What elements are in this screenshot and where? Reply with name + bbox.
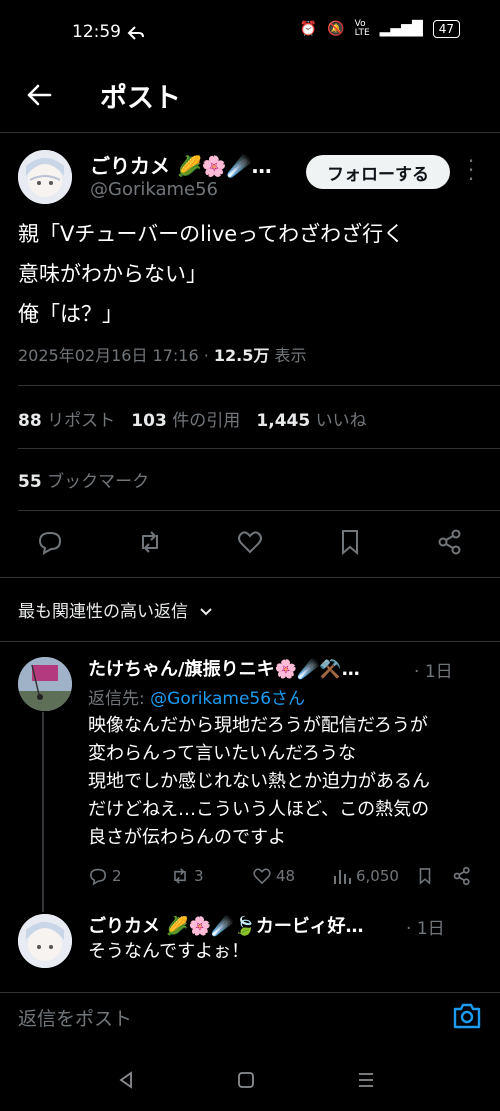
repost-icon[interactable] [136, 528, 164, 556]
reply-to-line: 返信先: @Gorikame56さん [88, 689, 306, 709]
avatar-image [18, 150, 72, 204]
divider [0, 641, 500, 642]
analytics-icon [334, 870, 351, 884]
follow-button[interactable]: フォローする [306, 155, 450, 189]
author-name[interactable]: ごりカメ 🌽🌸☄️… [90, 150, 272, 179]
likes-stat[interactable]: 1,445 いいね [256, 411, 366, 431]
reply-count: 2 [112, 867, 122, 885]
nav-back-icon[interactable] [117, 1071, 135, 1089]
views-label: 表示 [269, 346, 307, 365]
post-text: 親「Vチューバーのliveってわざわざ行く 意味がわからない」 俺「は？」 [18, 214, 488, 334]
reply-text-line: 変わらんって言いたいんだろうな [88, 743, 357, 764]
post-text-line: 親「Vチューバーのliveってわざわざ行く [18, 222, 405, 246]
bookmark-icon[interactable] [336, 528, 364, 556]
reply-like-button[interactable]: 48 [252, 866, 295, 886]
avatar-image [18, 914, 72, 968]
mention-link[interactable]: @Gorikame56さん [150, 689, 305, 709]
views-count: 12.5万 [213, 346, 270, 365]
reply-views-button[interactable]: 6,050 [332, 866, 399, 886]
thread-line [42, 712, 44, 912]
reply-text-line: 良さが伝わらんのですよ [88, 827, 286, 848]
reply-author-name[interactable]: たけちゃん/旗振りニキ🌸☄️⚒️… [88, 655, 406, 681]
signal-icon: ▂▄▆█ [379, 21, 423, 37]
chevron-down-icon [200, 608, 213, 616]
reply-time: · 1日 [406, 919, 445, 939]
reply-text: 映像なんだから現地だろうが配信だろうが 変わらんって言いたいんだろうな 現地でし… [88, 712, 493, 852]
share-icon[interactable] [436, 528, 464, 556]
reply-author-avatar[interactable] [18, 914, 72, 968]
status-time: 12:59 [72, 22, 121, 42]
divider [0, 577, 500, 578]
divider [18, 448, 500, 449]
reply-author-avatar[interactable] [18, 657, 72, 711]
post-text-line: 意味がわからない」 [18, 262, 207, 286]
more-options-icon[interactable]: · · · [466, 151, 476, 189]
like-count: 48 [276, 867, 296, 885]
volte-icon: Vo LTE [354, 19, 370, 38]
back-arrow-icon[interactable] [24, 80, 54, 110]
page-title: ポスト [100, 83, 181, 114]
reply-text-line: 現地でしか感じれない熱とか迫力があるん [88, 771, 430, 792]
author-avatar[interactable] [18, 150, 72, 204]
repost-icon [174, 868, 186, 884]
reply-input-placeholder[interactable]: 返信をポスト [18, 1004, 132, 1031]
divider [18, 510, 500, 511]
reply-icon [90, 868, 106, 886]
reply-repost-button[interactable]: 3 [170, 866, 204, 886]
like-heart-icon [253, 868, 271, 885]
reply-sort-label: 最も関連性の高い返信 [18, 602, 188, 622]
share-icon[interactable] [452, 866, 472, 886]
divider [18, 385, 500, 386]
reply-author-name[interactable]: ごりカメ 🌽🌸☄️🍃カービィ好… [88, 912, 406, 938]
post-timestamp: 2025年02月16日 17:16 · [18, 346, 214, 365]
reply-text-line: 映像なんだから現地だろうが配信だろうが [88, 715, 428, 736]
author-handle[interactable]: @Gorikame56 [90, 179, 218, 200]
post-text-line: 俺「は？」 [18, 302, 123, 326]
camera-icon[interactable] [452, 1002, 482, 1030]
nav-home-icon[interactable] [237, 1071, 255, 1089]
engagement-stats: 88 リポスト 103 件の引用 1,445 いいね [18, 406, 367, 431]
reply-time: · 1日 [414, 662, 453, 682]
nav-recents-icon[interactable] [357, 1071, 375, 1089]
reply-icon[interactable] [36, 528, 64, 556]
bookmarks-stat[interactable]: 55 ブックマーク [18, 467, 149, 492]
reply-reply-button[interactable]: 2 [88, 866, 122, 886]
avatar-image [18, 657, 72, 711]
battery-icon: 47 [432, 20, 460, 38]
bookmark-icon[interactable] [416, 866, 434, 886]
reply-text: そうなんですよぉ！ [88, 941, 250, 962]
status-icons: ⏰ 🔕 Vo LTE ▂▄▆█ 47 [300, 20, 460, 38]
reply-sort-dropdown[interactable]: 最も関連性の高い返信 [18, 597, 213, 622]
reposts-stat[interactable]: 88 リポスト [18, 411, 115, 431]
share-arrow-icon [127, 26, 144, 40]
views-count: 6,050 [356, 867, 399, 885]
alarm-icon: ⏰ [299, 21, 318, 37]
like-heart-icon[interactable] [236, 528, 264, 556]
quotes-stat[interactable]: 103 件の引用 [131, 411, 240, 431]
reply-text-line: だけどねえ…こういう人ほど、この熱気の [88, 799, 430, 820]
top-app-bar [0, 66, 500, 133]
post-meta: 2025年02月16日 17:16 · 12.5万 表示 [18, 342, 306, 366]
mute-icon: 🔕 [327, 21, 345, 37]
repost-count: 3 [194, 867, 204, 885]
